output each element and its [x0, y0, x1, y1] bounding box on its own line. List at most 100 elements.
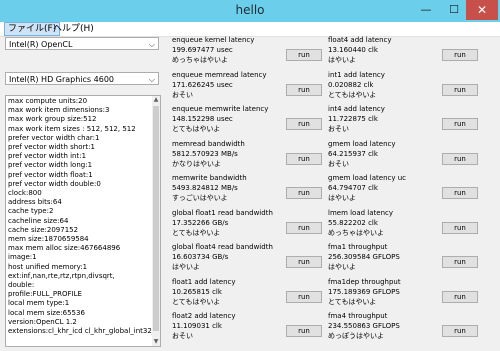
benchmark-value: 10.265815 clk: [172, 287, 222, 296]
run-button[interactable]: run: [286, 256, 322, 268]
benchmark-item: float2 add latency 11.109031 clk おそい run: [172, 312, 322, 350]
device-info-line: pref vector width float:1: [8, 170, 93, 179]
run-button[interactable]: run: [442, 118, 478, 130]
benchmark-value: 13.160440 clk: [328, 46, 378, 54]
run-button[interactable]: run: [442, 325, 478, 337]
run-button[interactable]: run: [442, 152, 478, 165]
scroll-down-icon[interactable]: ▼: [152, 338, 160, 346]
benchmark-item: int1 add latency 0.020882 clk とてもはやいよ run: [328, 71, 478, 109]
benchmark-rating: とてもはやいよ: [172, 125, 221, 133]
benchmark-name: float4 add latency: [328, 36, 392, 44]
benchmark-rating: はやいよ: [172, 263, 200, 271]
benchmark-name: memread bandwidth: [172, 139, 245, 148]
benchmark-item: gmem load latency 64.215937 clk おそい run: [328, 140, 478, 178]
benchmark-item: enqueue memread latency 171.626245 usec おそ…: [172, 71, 322, 109]
chevron-down-icon: ⌵: [148, 75, 155, 84]
benchmark-value: 5493.824812 MB/s: [172, 184, 238, 192]
benchmark-item: global float1 read bandwidth 17.352266 GB…: [172, 209, 322, 247]
benchmark-item: gmem load latency uc 64.794707 clk はやいよ run: [328, 174, 478, 212]
benchmark-value: 148.152298 usec: [172, 115, 233, 123]
device-info-line: ext:inf,nan,rte,rtz,rtpn,divsqrt,: [8, 271, 115, 280]
run-button[interactable]: run: [286, 152, 322, 165]
maximize-button[interactable]: ☐: [440, 0, 468, 20]
device-info-line: local mem size:65536: [8, 308, 85, 317]
run-button[interactable]: run: [442, 49, 478, 61]
device-select[interactable]: Intel(R) HD Graphics 4600 ⌵: [5, 72, 159, 85]
benchmark-name: int1 add latency: [328, 70, 385, 79]
benchmark-value: 16.603734 GB/s: [172, 253, 229, 261]
scroll-thumb[interactable]: [153, 106, 159, 331]
device-select-value: Intel(R) HD Graphics 4600: [9, 75, 115, 84]
run-button[interactable]: run: [286, 187, 322, 199]
run-button[interactable]: run: [286, 49, 322, 61]
benchmark-rating: めっぽうはやいよ: [328, 332, 384, 340]
chevron-down-icon: ⌵: [148, 40, 155, 49]
benchmark-name: int4 add latency: [328, 105, 385, 113]
device-info-line: double:: [8, 281, 35, 290]
device-info-line: max work group size:512: [8, 115, 97, 124]
close-button[interactable]: ✕: [466, 0, 498, 20]
benchmark-item: lmem load latency 55.822202 clk めっちゃはやいよ ru…: [328, 209, 478, 247]
benchmark-item: float1 add latency 10.265815 clk とてもはやいよ ru…: [172, 278, 322, 316]
benchmark-name: fma1 throughput: [328, 243, 388, 251]
benchmark-value: 64.794707 clk: [328, 184, 378, 192]
device-info-line: pref vector width short:1: [8, 143, 95, 152]
run-button[interactable]: run: [286, 118, 322, 130]
benchmark-name: lmem load latency: [328, 208, 394, 217]
benchmark-name: float1 add latency: [172, 277, 236, 286]
device-info-line: cache size:2097152: [8, 225, 79, 234]
device-info-line: pref vector width int:1: [8, 152, 87, 161]
benchmark-name: enqueue kernel latency: [172, 36, 255, 44]
run-button[interactable]: run: [442, 187, 478, 199]
run-button[interactable]: run: [286, 221, 322, 234]
benchmark-name: fma4 throughput: [328, 312, 388, 320]
platform-select-value: Intel(R) OpenCL: [9, 40, 73, 49]
benchmark-name: memwrite bandwidth: [172, 174, 247, 182]
benchmark-value: 11.109031 clk: [172, 322, 222, 330]
benchmark-rating: おそい: [328, 125, 349, 133]
benchmark-item: memread bandwidth 5812.570923 MB/s かなりはやいよ…: [172, 140, 322, 178]
device-info-lines: max compute units:20 max work item dimens…: [8, 97, 152, 336]
device-info-line: max mem alloc size:467664896: [8, 244, 121, 253]
benchmark-item: enqueue memwrite latency 148.152298 usec と…: [172, 105, 322, 143]
run-button[interactable]: run: [286, 83, 322, 96]
minimize-button[interactable]: —: [412, 0, 440, 20]
benchmark-name: enqueue memwrite latency: [172, 105, 269, 113]
benchmark-value: 199.697477 usec: [172, 46, 233, 54]
run-button[interactable]: run: [442, 221, 478, 234]
benchmark-item: fma1dep throughput 175.189369 GFLOPS とてもはや…: [328, 278, 478, 316]
device-info-line: host unified memory:1: [8, 262, 88, 271]
benchmark-item: int4 add latency 11.722875 clk おそい run: [328, 105, 478, 143]
device-info-line: max work item sizes : 512, 512, 512: [8, 124, 136, 133]
device-info-line: image:1: [8, 253, 37, 262]
device-info-line: address bits:64: [8, 198, 62, 207]
scroll-up-icon[interactable]: ▲: [152, 96, 160, 104]
menu-help[interactable]: ヘルプ(H): [50, 22, 97, 36]
benchmark-name: enqueue memread latency: [172, 70, 267, 79]
benchmark-item: float4 add latency 13.160440 clk はやいよ run: [328, 36, 478, 74]
benchmark-value: 175.189369 GFLOPS: [328, 287, 400, 296]
benchmark-rating: はやいよ: [328, 194, 356, 202]
device-info-line: cacheline size:64: [8, 216, 69, 225]
vertical-scrollbar[interactable]: ▲ ▼: [152, 96, 160, 346]
device-info-line: max compute units:20: [8, 97, 88, 105]
run-button[interactable]: run: [442, 83, 478, 96]
title-bar[interactable]: hello — ☐ ✕: [0, 0, 500, 22]
run-button[interactable]: run: [286, 290, 322, 303]
device-info-list[interactable]: max compute units:20 max work item dimens…: [5, 95, 161, 347]
device-info-line: local mem type:1: [8, 299, 70, 308]
run-button[interactable]: run: [286, 325, 322, 337]
benchmark-name: gmem load latency uc: [328, 174, 407, 182]
device-info-line: extensions:cl_khr_icd cl_khr_global_int3…: [8, 327, 152, 336]
benchmark-rating: はやいよ: [328, 263, 356, 271]
benchmark-value: 234.550863 GFLOPS: [328, 322, 400, 330]
platform-select[interactable]: Intel(R) OpenCL ⌵: [5, 37, 159, 50]
benchmark-rating: とてもはやいよ: [172, 228, 221, 237]
device-info-line: version:OpenCL 1.2: [8, 317, 77, 326]
run-button[interactable]: run: [442, 290, 478, 303]
run-button[interactable]: run: [442, 256, 478, 268]
benchmark-rating: とてもはやいよ: [328, 90, 377, 99]
benchmark-value: 17.352266 GB/s: [172, 218, 229, 227]
device-info-line: clock:800: [8, 189, 42, 198]
benchmark-item: enqueue kernel latency 199.697477 usec めっち…: [172, 36, 322, 74]
